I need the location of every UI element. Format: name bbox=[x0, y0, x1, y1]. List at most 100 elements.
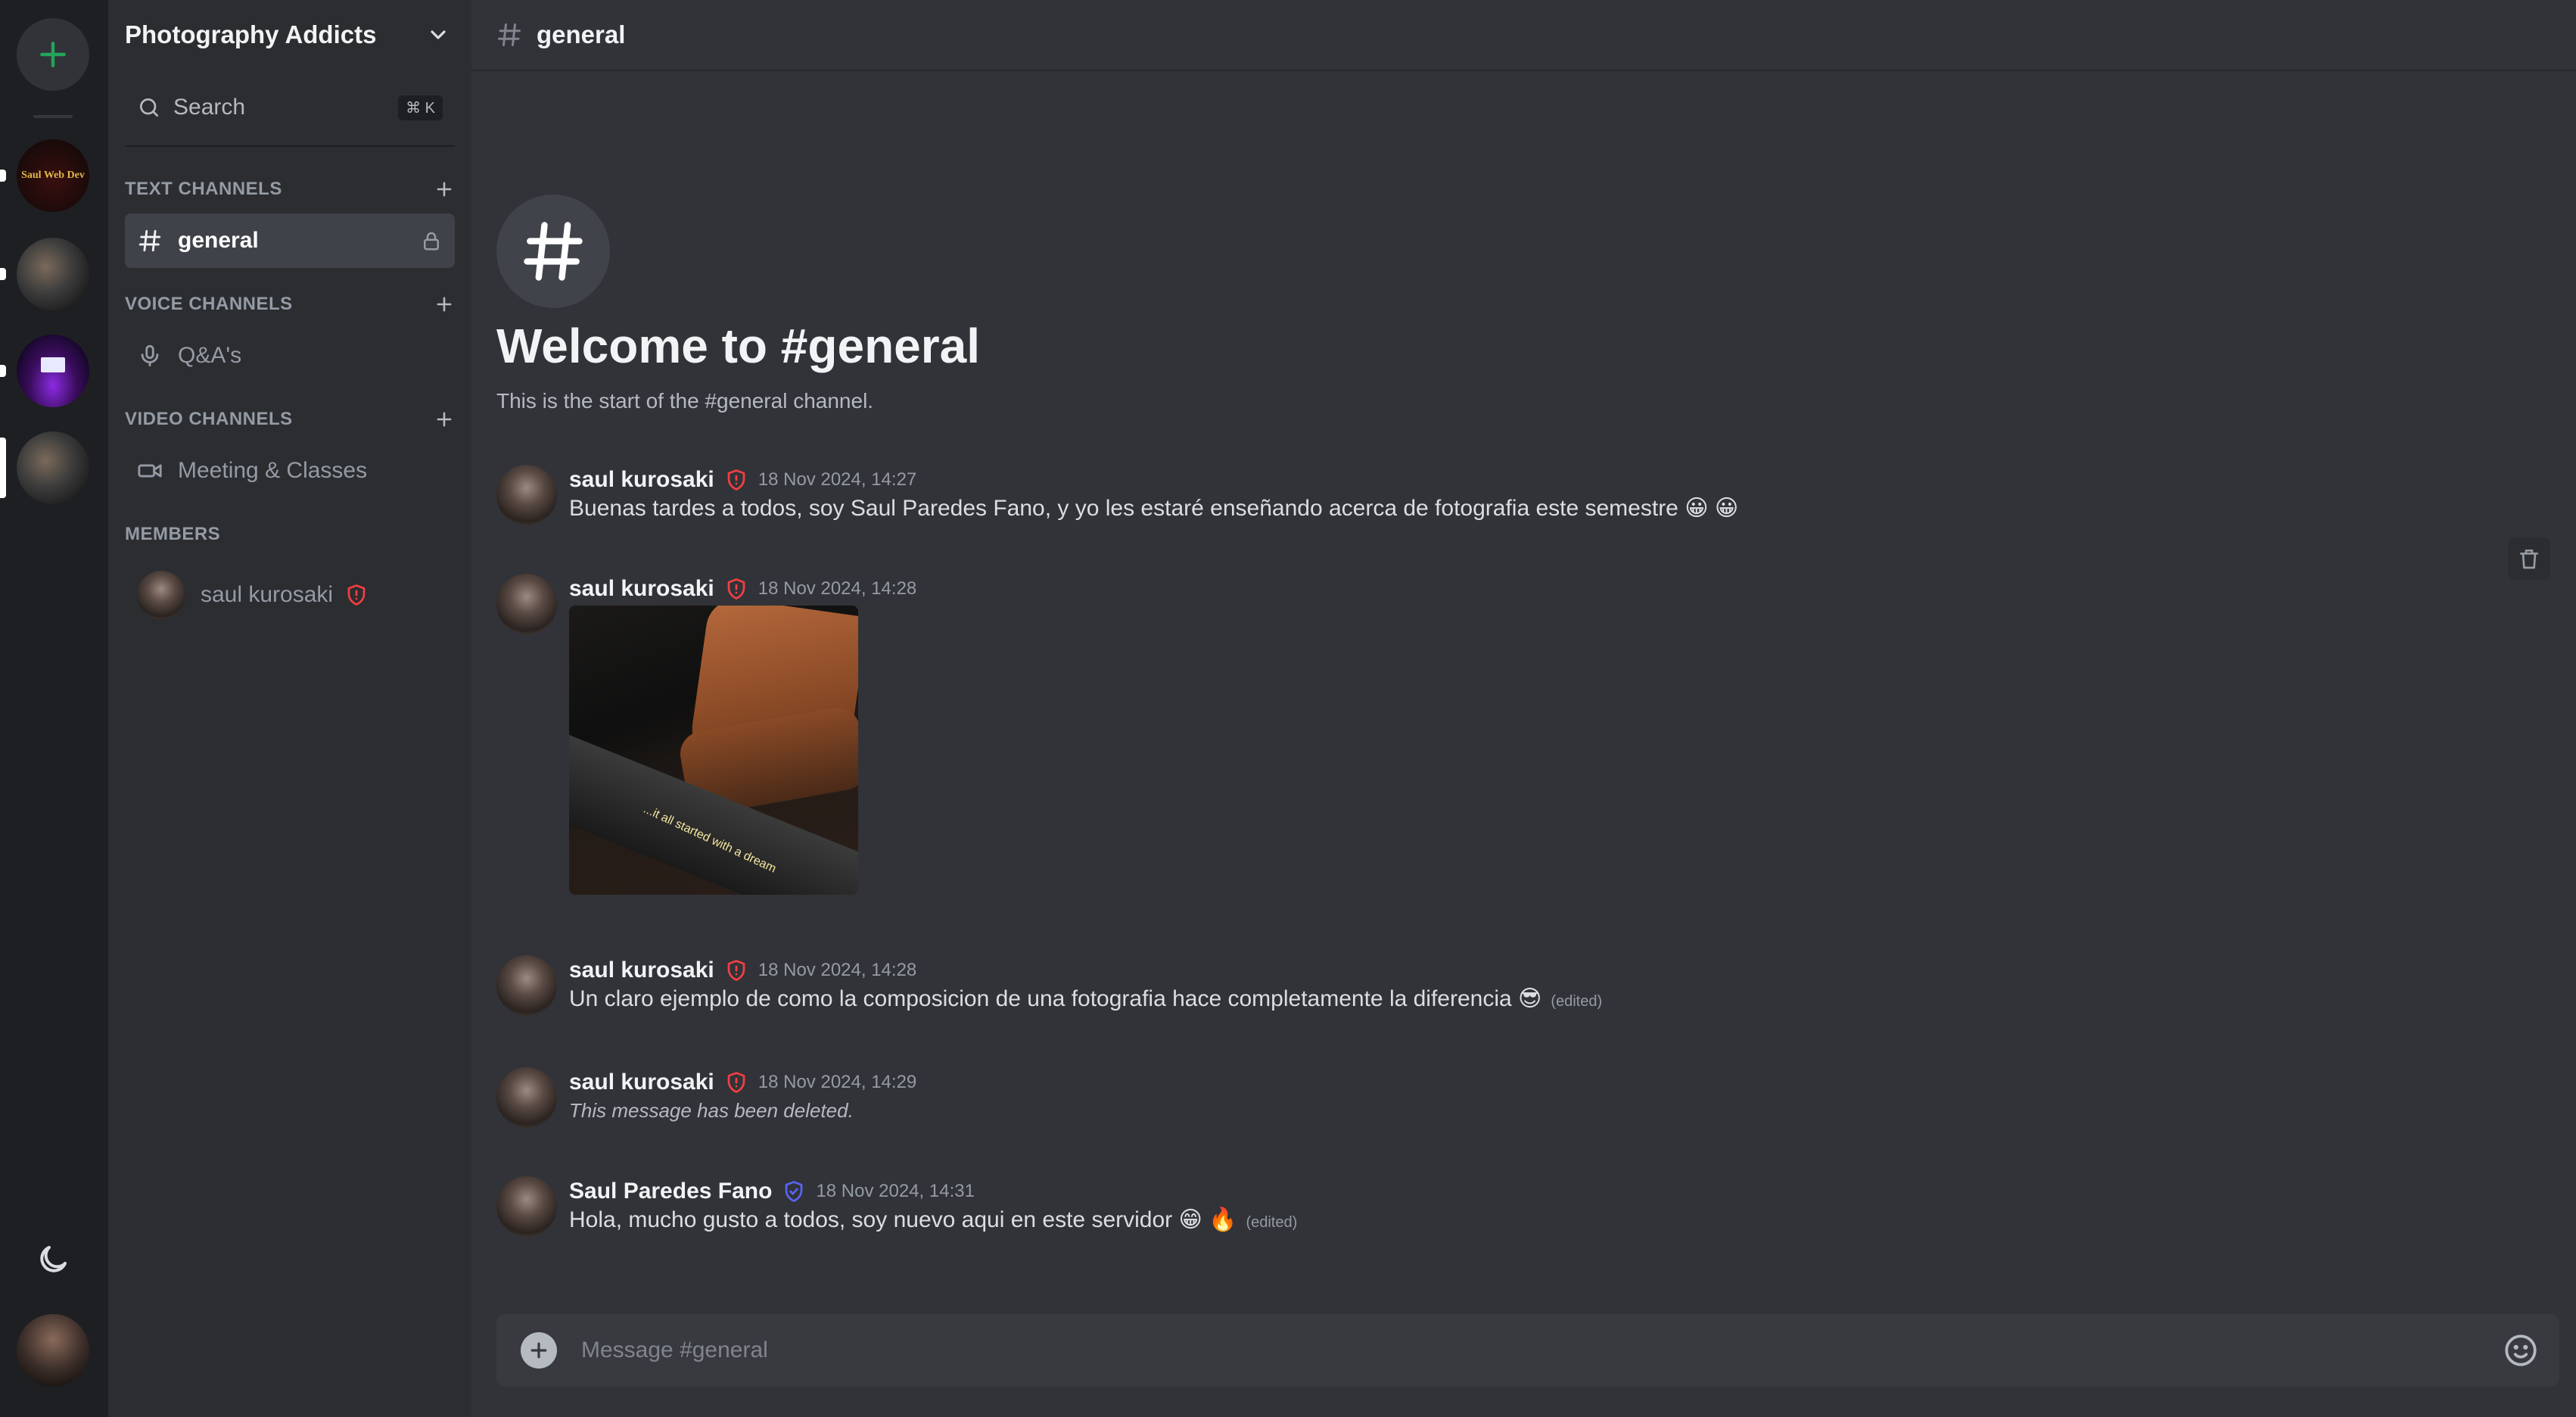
server-unread-indicator bbox=[0, 365, 6, 377]
trash-icon bbox=[2520, 550, 2538, 569]
message-author[interactable]: saul kurosaki bbox=[569, 958, 714, 983]
message-timestamp: 18 Nov 2024, 14:31 bbox=[816, 1181, 975, 1201]
server-icon-event[interactable] bbox=[17, 335, 89, 407]
message-header: Saul Paredes Fano 18 Nov 2024, 14:31 bbox=[569, 1176, 975, 1207]
mic-icon bbox=[141, 344, 159, 367]
category-label: VIDEO CHANNELS bbox=[125, 409, 293, 429]
shield-alert-icon bbox=[727, 578, 745, 600]
app: Saul Web Dev Photography Addicts Search … bbox=[0, 0, 2576, 1417]
message-timestamp: 18 Nov 2024, 14:29 bbox=[758, 1072, 917, 1092]
server-image-detail bbox=[41, 357, 65, 372]
shield-check-icon bbox=[786, 1181, 803, 1202]
add-attachment-button[interactable] bbox=[521, 1332, 557, 1369]
chat-main: general Welcome to #general This is the … bbox=[471, 0, 2576, 1417]
avatar bbox=[137, 571, 185, 619]
channel-sidebar: Photography Addicts Search ⌘ K TEXT CHAN… bbox=[108, 0, 471, 1417]
message-body: Hola, mucho gusto a todos, soy nuevo aqu… bbox=[569, 1207, 1297, 1233]
add-video-channel-button[interactable] bbox=[434, 409, 455, 430]
channel-qa[interactable]: Q&A's bbox=[125, 329, 455, 383]
message-text: Hola, mucho gusto a todos, soy nuevo aqu… bbox=[569, 1207, 1237, 1232]
server-header-button[interactable]: Photography Addicts bbox=[108, 0, 471, 70]
message-timestamp: 18 Nov 2024, 14:27 bbox=[758, 469, 917, 490]
emoji-picker-button[interactable] bbox=[2502, 1331, 2540, 1369]
category-label: VOICE CHANNELS bbox=[125, 294, 293, 314]
message-timestamp: 18 Nov 2024, 14:28 bbox=[758, 960, 917, 980]
channel-meeting-classes[interactable]: Meeting & Classes bbox=[125, 444, 455, 498]
channel-label: Meeting & Classes bbox=[178, 458, 368, 483]
message-text: Un claro ejemplo de como la composicion … bbox=[569, 986, 1542, 1011]
category-members: MEMBERS bbox=[125, 519, 455, 550]
edited-label: (edited) bbox=[1551, 993, 1603, 1010]
hash-icon bbox=[498, 23, 521, 46]
welcome-subtitle: This is the start of the #general channe… bbox=[496, 389, 874, 413]
image-attachment[interactable]: ...it all started with a dream bbox=[569, 606, 858, 895]
member-item[interactable]: saul kurosaki bbox=[125, 566, 455, 624]
category-video-channels: VIDEO CHANNELS bbox=[125, 404, 455, 434]
channel-header: general bbox=[471, 0, 2576, 71]
plus-icon bbox=[40, 42, 66, 67]
avatar[interactable] bbox=[496, 1176, 557, 1237]
category-voice-channels: VOICE CHANNELS bbox=[125, 289, 455, 319]
server-rail: Saul Web Dev bbox=[0, 0, 108, 1417]
delete-message-button[interactable] bbox=[2508, 537, 2550, 580]
message-body: This message has been deleted. bbox=[569, 1098, 854, 1123]
avatar[interactable] bbox=[496, 465, 557, 525]
add-voice-channel-button[interactable] bbox=[434, 294, 455, 315]
hash-icon bbox=[524, 222, 583, 281]
add-server-button[interactable] bbox=[17, 18, 89, 91]
server-icon-photography[interactable] bbox=[17, 238, 89, 310]
channel-label: Q&A's bbox=[178, 343, 242, 368]
message-timestamp: 18 Nov 2024, 14:28 bbox=[758, 578, 917, 599]
message-body: Un claro ejemplo de como la composicion … bbox=[569, 986, 1602, 1012]
channel-label: general bbox=[178, 228, 259, 253]
deleted-message-text: This message has been deleted. bbox=[569, 1099, 854, 1122]
shield-alert-icon bbox=[347, 584, 366, 606]
message-header: saul kurosaki 18 Nov 2024, 14:28 bbox=[569, 574, 916, 604]
channel-title: general bbox=[537, 20, 626, 48]
shield-alert-icon bbox=[727, 960, 745, 981]
message-author[interactable]: Saul Paredes Fano bbox=[569, 1179, 772, 1204]
message-author[interactable]: saul kurosaki bbox=[569, 1070, 714, 1095]
server-logo-text: Saul Web Dev bbox=[21, 170, 85, 181]
theme-toggle-button[interactable] bbox=[35, 1241, 71, 1278]
add-text-channel-button[interactable] bbox=[434, 179, 455, 200]
message-author[interactable]: saul kurosaki bbox=[569, 576, 714, 602]
server-unread-indicator bbox=[0, 170, 6, 182]
moon-icon bbox=[40, 1246, 67, 1272]
avatar[interactable] bbox=[496, 1067, 557, 1128]
message-header: saul kurosaki 18 Nov 2024, 14:27 bbox=[569, 465, 916, 495]
message-header: saul kurosaki 18 Nov 2024, 14:28 bbox=[569, 955, 916, 986]
category-text-channels: TEXT CHANNELS bbox=[125, 174, 455, 204]
message: saul kurosaki 18 Nov 2024, 14:28 Un clar… bbox=[496, 955, 2551, 1023]
edited-label: (edited) bbox=[1246, 1214, 1298, 1231]
server-selected-indicator bbox=[0, 438, 6, 498]
server-unread-indicator bbox=[0, 268, 6, 280]
message-composer bbox=[496, 1314, 2559, 1387]
search-shortcut: ⌘ K bbox=[398, 95, 443, 120]
shield-alert-icon bbox=[727, 1072, 745, 1093]
user-avatar-button[interactable] bbox=[17, 1314, 89, 1387]
message: saul kurosaki 18 Nov 2024, 14:27 Buenas … bbox=[496, 465, 2551, 533]
message: saul kurosaki 18 Nov 2024, 14:29 This me… bbox=[496, 1067, 2551, 1135]
message-text: Buenas tardes a todos, soy Saul Paredes … bbox=[569, 496, 1739, 521]
shield-alert-icon bbox=[727, 469, 745, 490]
avatar[interactable] bbox=[496, 955, 557, 1016]
search-button[interactable]: Search ⌘ K bbox=[125, 85, 455, 130]
message-author[interactable]: saul kurosaki bbox=[569, 467, 714, 493]
message-input[interactable] bbox=[580, 1337, 2502, 1364]
channel-general[interactable]: general bbox=[125, 213, 455, 268]
avatar[interactable] bbox=[496, 574, 557, 634]
server-icon-saul-web-dev[interactable]: Saul Web Dev bbox=[17, 139, 89, 212]
search-icon bbox=[140, 98, 158, 117]
search-label: Search bbox=[173, 95, 246, 120]
server-icon-photography-addicts[interactable] bbox=[17, 431, 89, 504]
message: Saul Paredes Fano 18 Nov 2024, 14:31 Hol… bbox=[496, 1176, 2551, 1244]
hash-icon bbox=[138, 229, 161, 252]
category-label: TEXT CHANNELS bbox=[125, 179, 282, 199]
sidebar-divider bbox=[125, 145, 455, 147]
message-header: saul kurosaki 18 Nov 2024, 14:29 bbox=[569, 1067, 916, 1098]
chevron-down-icon bbox=[431, 30, 446, 39]
plus-icon bbox=[530, 1342, 547, 1359]
message: saul kurosaki 18 Nov 2024, 14:28 ...it a… bbox=[496, 574, 2551, 907]
welcome-title: Welcome to #general bbox=[496, 319, 981, 373]
